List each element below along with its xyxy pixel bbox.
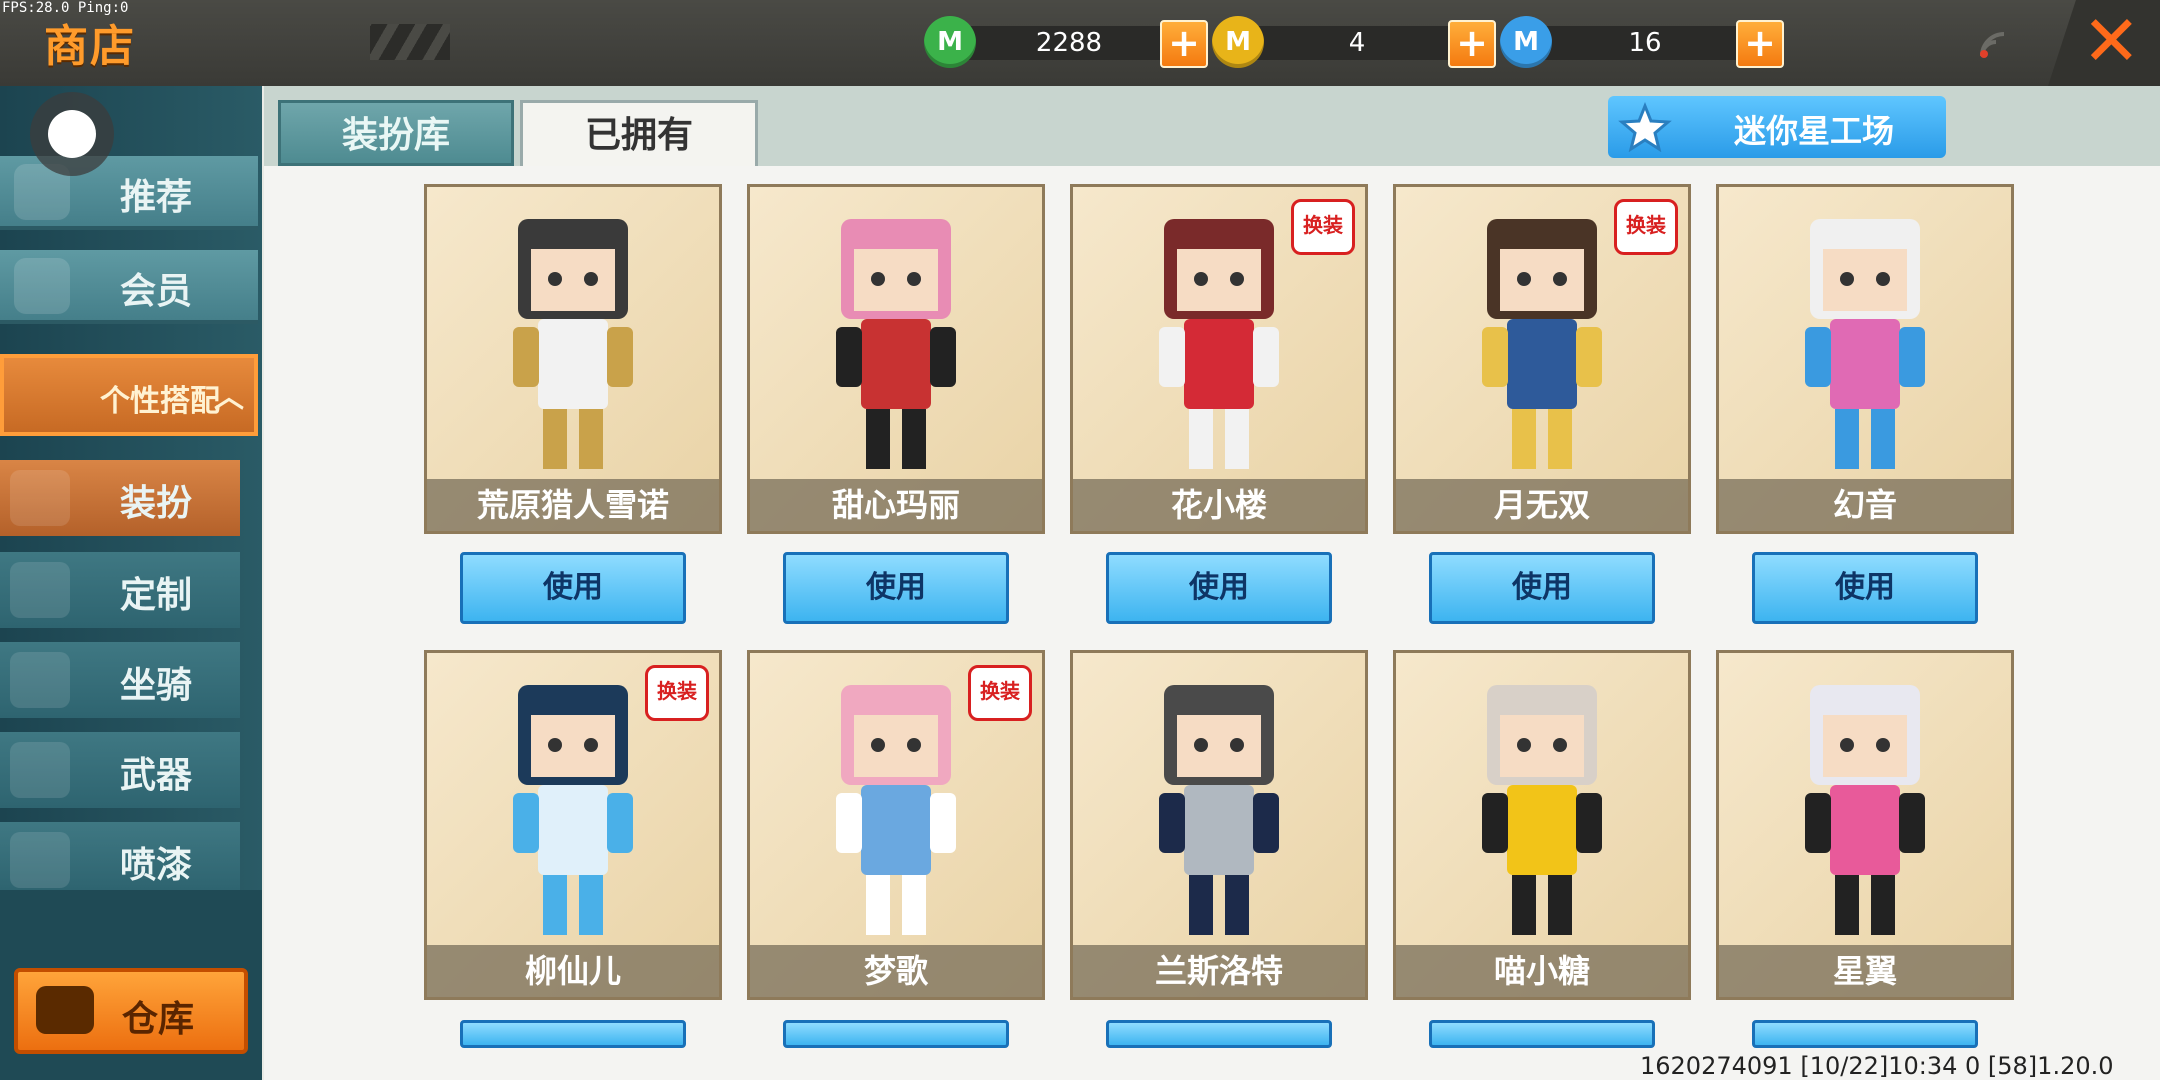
use-button[interactable]: 使用 <box>783 1020 1009 1048</box>
outfit-card[interactable]: 换装月无双 <box>1393 184 1691 534</box>
outfit-card[interactable]: 换装花小楼 <box>1070 184 1368 534</box>
character-figure <box>1159 685 1279 935</box>
use-button[interactable]: 使用 <box>1106 552 1332 624</box>
sidebar-item-personal[interactable]: 个性搭配 ︿ <box>0 354 258 436</box>
tab-outfit-library[interactable]: 装扮库 <box>278 100 514 166</box>
character-figure <box>1805 685 1925 935</box>
sidebar-sub-custom[interactable]: 定制 <box>0 552 240 628</box>
sidebar-item-recommend[interactable]: 推荐 <box>0 156 258 230</box>
star-icon <box>1618 102 1672 152</box>
add-gold-coin-button[interactable]: + <box>1448 20 1496 68</box>
gold-coin-icon: M <box>1212 16 1264 68</box>
top-bar: FPS:28.0 Ping:0 商店 2288 M + 4 M + 16 M +… <box>0 0 2160 86</box>
status-bar: 1620274091 [10/22]10:34 0 [58]1.20.0 <box>1640 1052 2114 1080</box>
use-button[interactable]: 使用 <box>1106 1020 1332 1048</box>
currency-value: 16 <box>1628 28 1662 58</box>
outfit-card[interactable]: 星翼 <box>1716 650 2014 1000</box>
outfit-card[interactable]: 甜心玛丽 <box>747 184 1045 534</box>
outfit-card[interactable]: 换装梦歌 <box>747 650 1045 1000</box>
outfit-icon <box>10 470 70 526</box>
character-figure <box>1159 219 1279 469</box>
chest-icon <box>36 986 94 1034</box>
outfit-change-badge: 换装 <box>645 665 709 721</box>
spray-icon <box>10 832 70 888</box>
use-button[interactable]: 使用 <box>1429 552 1655 624</box>
outfit-card[interactable]: 幻音 <box>1716 184 2014 534</box>
outfit-card[interactable]: 兰斯洛特 <box>1070 650 1368 1000</box>
outfit-name: 喵小糖 <box>1396 945 1688 997</box>
header-decoration <box>370 24 450 60</box>
use-button[interactable]: 使用 <box>460 1020 686 1048</box>
storage-label: 仓库 <box>122 999 195 1040</box>
outfit-card[interactable]: 喵小糖 <box>1393 650 1691 1000</box>
sidebar-item-label: 坐骑 <box>120 665 193 706</box>
sidebar-item-label: 武器 <box>120 755 193 796</box>
use-button[interactable]: 使用 <box>1429 1020 1655 1048</box>
sidebar-sub-weapon[interactable]: 武器 <box>0 732 240 808</box>
add-green-gem-button[interactable]: + <box>1160 20 1208 68</box>
sidebar: 推荐 会员 个性搭配 ︿ 装扮 定制 坐骑 武器 喷漆 <box>0 86 262 1080</box>
sidebar-item-label: 装扮 <box>120 483 193 524</box>
pencil-icon <box>10 562 70 618</box>
outfit-name: 甜心玛丽 <box>750 479 1042 531</box>
blue-star-coin-icon: M <box>1500 16 1552 68</box>
outfit-change-badge: 换装 <box>1614 199 1678 255</box>
character-figure <box>1805 219 1925 469</box>
outfit-name: 花小楼 <box>1073 479 1365 531</box>
sidebar-item-label: 会员 <box>120 271 193 312</box>
green-gem-icon: M <box>924 16 976 68</box>
outfit-name: 梦歌 <box>750 945 1042 997</box>
sidebar-item-member[interactable]: 会员 <box>0 250 258 324</box>
add-blue-coin-button[interactable]: + <box>1736 20 1784 68</box>
character-figure <box>836 219 956 469</box>
outfit-change-badge: 换装 <box>968 665 1032 721</box>
sidebar-item-label: 个性搭配 <box>100 384 220 419</box>
sidebar-sub-mount[interactable]: 坐骑 <box>0 642 240 718</box>
outfit-name: 兰斯洛特 <box>1073 945 1365 997</box>
chevron-up-icon: ︿ <box>214 380 244 415</box>
mount-icon <box>10 652 70 708</box>
character-figure <box>836 685 956 935</box>
character-figure <box>513 219 633 469</box>
currency-value: 2288 <box>1035 28 1103 58</box>
sidebar-sub-outfit[interactable]: 装扮 <box>0 460 240 536</box>
use-button[interactable]: 使用 <box>1752 552 1978 624</box>
sidebar-item-label: 定制 <box>120 575 193 616</box>
sidebar-sub-spray[interactable]: 喷漆 <box>0 822 240 890</box>
use-button[interactable]: 使用 <box>783 552 1009 624</box>
member-icon <box>14 258 70 314</box>
outfit-change-badge: 换装 <box>1291 199 1355 255</box>
signal-icon <box>1980 32 2005 58</box>
outfit-name: 柳仙儿 <box>427 945 719 997</box>
floating-toggle[interactable] <box>30 92 114 176</box>
character-figure <box>1482 219 1602 469</box>
character-figure <box>1482 685 1602 935</box>
use-button[interactable]: 使用 <box>1752 1020 1978 1048</box>
workshop-label: 迷你星工场 <box>1734 112 1895 150</box>
storage-button[interactable]: 仓库 <box>14 968 248 1054</box>
sidebar-item-label: 喷漆 <box>120 845 193 886</box>
mini-star-workshop-button[interactable]: 迷你星工场 <box>1608 96 1946 158</box>
currency-value: 4 <box>1348 28 1366 58</box>
gun-icon <box>10 742 70 798</box>
outfit-name: 月无双 <box>1396 479 1688 531</box>
outfit-name: 星翼 <box>1719 945 2011 997</box>
outfit-card[interactable]: 荒原猎人雪诺 <box>424 184 722 534</box>
use-button[interactable]: 使用 <box>460 552 686 624</box>
sidebar-item-label: 推荐 <box>120 177 193 218</box>
close-icon[interactable]: ✕ <box>2082 6 2141 76</box>
character-figure <box>513 685 633 935</box>
outfit-name: 荒原猎人雪诺 <box>427 479 719 531</box>
tab-owned[interactable]: 已拥有 <box>520 100 758 166</box>
outfit-card[interactable]: 换装柳仙儿 <box>424 650 722 1000</box>
outfit-name: 幻音 <box>1719 479 2011 531</box>
toggle-knob <box>48 110 96 158</box>
page-title: 商店 <box>44 21 136 72</box>
